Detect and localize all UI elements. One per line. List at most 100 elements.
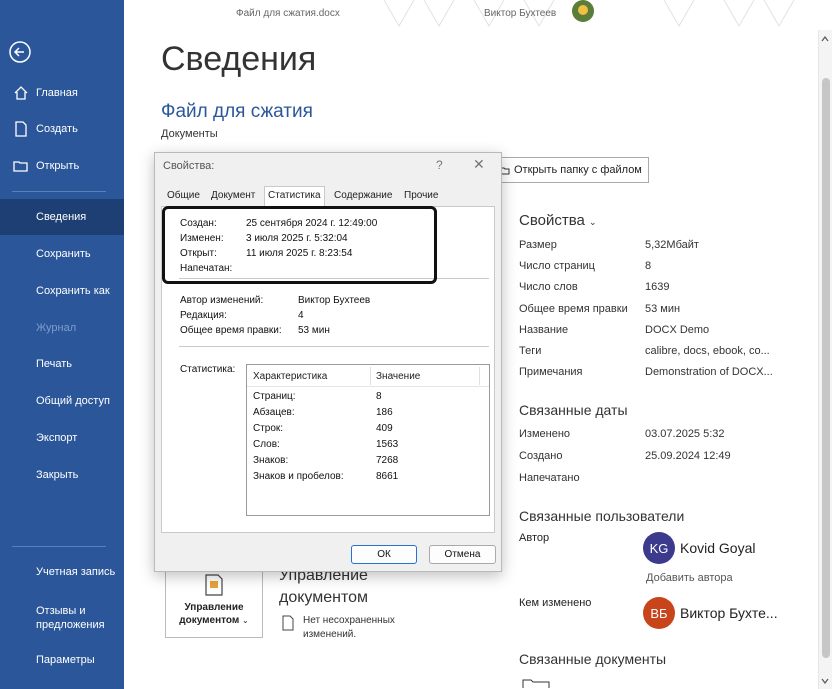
- open-file-location-label: Открыть папку с файлом: [514, 164, 642, 176]
- sidebar-item-save[interactable]: Сохранить: [0, 236, 124, 272]
- dialog-title: Свойства:: [163, 160, 215, 172]
- sidebar-item-print[interactable]: Печать: [0, 346, 124, 382]
- sidebar-item-label: Журнал: [36, 322, 77, 334]
- stat-value: 1563: [376, 439, 399, 450]
- sidebar-item-new[interactable]: Создать: [0, 111, 124, 147]
- open-file-location-button[interactable]: Открыть папку с файлом: [493, 157, 649, 183]
- statistics-label: Статистика:: [180, 364, 236, 375]
- sidebar-separator: [12, 191, 106, 192]
- property-value[interactable]: calibre, docs, ebook, co...: [645, 345, 770, 357]
- property-value[interactable]: Demonstration of DOCX...: [645, 366, 773, 378]
- list-item: Страниц: 8: [253, 391, 483, 402]
- sidebar-item-close[interactable]: Закрыть: [0, 457, 124, 493]
- sidebar-item-label: Печать: [36, 358, 73, 370]
- date-value: 25.09.2024 12:49: [645, 450, 731, 462]
- stat-key: Знаков:: [253, 455, 289, 466]
- property-value: 8: [645, 260, 652, 272]
- file-title: Файл для сжатия: [161, 101, 313, 122]
- manage-document-text: Управление документом: [179, 602, 244, 626]
- tab-custom[interactable]: Прочие: [401, 190, 441, 206]
- divider: [179, 346, 489, 347]
- author-name[interactable]: Kovid Goyal: [680, 540, 755, 556]
- sidebar-item-feedback[interactable]: Отзывы и предложения: [0, 598, 124, 638]
- sidebar-item-home[interactable]: Главная: [0, 75, 124, 111]
- ok-button[interactable]: ОК: [351, 545, 417, 564]
- sidebar-item-info[interactable]: Сведения: [0, 199, 124, 235]
- property-value: 53 мин: [645, 303, 681, 315]
- manage-document-button[interactable]: Управление документом ⌄: [165, 562, 263, 638]
- add-author-link[interactable]: Добавить автора: [646, 572, 733, 584]
- sidebar-item-label: Закрыть: [36, 469, 79, 481]
- tab-contents[interactable]: Содержание: [331, 190, 395, 206]
- modified-by-name[interactable]: Виктор Бухте...: [680, 605, 778, 621]
- avatar[interactable]: KG: [643, 532, 675, 564]
- date-value: 03.07.2025 5:32: [645, 428, 725, 440]
- properties-header[interactable]: Свойства ⌄: [519, 212, 597, 229]
- vertical-scrollbar[interactable]: [818, 30, 832, 689]
- statistics-list[interactable]: Характеристика Значение Страниц: 8 Абзаце…: [246, 364, 490, 516]
- cancel-button[interactable]: Отмена: [429, 545, 496, 564]
- back-arrow-icon[interactable]: [8, 40, 32, 64]
- meta-value: Виктор Бухтеев: [298, 295, 371, 306]
- sidebar-item-label: Открыть: [36, 160, 80, 172]
- close-icon[interactable]: ✕: [473, 156, 485, 173]
- stat-value: 8661: [376, 471, 399, 482]
- property-value: 1639: [645, 281, 670, 293]
- backstage-sidebar: Главная Создать Открыть Сведения Сохрани…: [0, 0, 124, 689]
- manage-document-label: Управление документом ⌄: [166, 601, 262, 627]
- stat-key: Строк:: [253, 423, 284, 434]
- sidebar-item-save-as[interactable]: Сохранить как: [0, 273, 124, 309]
- tab-document[interactable]: Документ: [208, 190, 258, 206]
- help-icon[interactable]: ?: [436, 158, 443, 172]
- meta-key: Общее время правки:: [180, 325, 282, 336]
- list-item: Абзацев: 186: [253, 407, 483, 418]
- list-item: Слов: 1563: [253, 439, 483, 450]
- property-key: Размер: [519, 239, 557, 251]
- list-item: Знаков и пробелов: 8661: [253, 471, 483, 482]
- sidebar-item-label: Сохранить как: [36, 285, 110, 297]
- highlight-frame: [162, 206, 437, 284]
- property-value[interactable]: DOCX Demo: [645, 324, 709, 336]
- stat-key: Страниц:: [253, 391, 296, 402]
- title-bar: Файл для сжатия.docx Виктор Бухтеев: [124, 0, 832, 28]
- user-name[interactable]: Виктор Бухтеев: [484, 8, 556, 19]
- unsaved-changes-note: Нет несохраненных изменений.: [303, 615, 395, 640]
- scroll-down-icon[interactable]: [820, 676, 830, 686]
- date-key: Напечатано: [519, 472, 580, 484]
- sidebar-item-label: Главная: [36, 87, 78, 99]
- related-people-header: Связанные пользователи: [519, 508, 685, 524]
- avatar[interactable]: ВБ: [643, 597, 675, 629]
- sidebar-item-label: Экспорт: [36, 432, 78, 444]
- sidebar-item-options[interactable]: Параметры: [0, 642, 124, 678]
- meta-row: Общее время правки: 53 мин: [180, 325, 330, 336]
- sidebar-item-label: Отзывы и предложения: [36, 605, 105, 631]
- home-icon: [14, 86, 28, 100]
- folder-icon: [522, 679, 550, 688]
- sidebar-item-label: Общий доступ: [36, 395, 110, 407]
- sidebar-item-export[interactable]: Экспорт: [0, 420, 124, 456]
- stat-key: Абзацев:: [253, 407, 295, 418]
- new-document-icon: [15, 121, 27, 137]
- sidebar-item-account[interactable]: Учетная запись: [0, 554, 124, 590]
- property-key: Число страниц: [519, 260, 595, 272]
- meta-key: Автор изменений:: [180, 295, 264, 306]
- file-path: Документы: [161, 128, 218, 140]
- list-item: Строк: 409: [253, 423, 483, 434]
- meta-value: 53 мин: [298, 325, 330, 336]
- stat-key: Слов:: [253, 439, 280, 450]
- user-avatar[interactable]: [572, 0, 594, 22]
- column-header-value[interactable]: Значение: [376, 371, 420, 382]
- date-key: Создано: [519, 450, 563, 462]
- open-folder-icon: [13, 161, 28, 172]
- tab-general[interactable]: Общие: [164, 190, 203, 206]
- sidebar-item-label: Параметры: [36, 654, 95, 666]
- property-key: Число слов: [519, 281, 578, 293]
- meta-value: 4: [298, 310, 304, 321]
- sidebar-item-share[interactable]: Общий доступ: [0, 383, 124, 419]
- author-label: Автор: [519, 532, 550, 544]
- tab-statistics[interactable]: Статистика: [264, 186, 325, 207]
- column-header-characteristic[interactable]: Характеристика: [253, 371, 327, 382]
- scroll-up-icon[interactable]: [820, 34, 830, 44]
- sidebar-item-open[interactable]: Открыть: [0, 148, 124, 184]
- scrollbar-thumb[interactable]: [822, 78, 830, 658]
